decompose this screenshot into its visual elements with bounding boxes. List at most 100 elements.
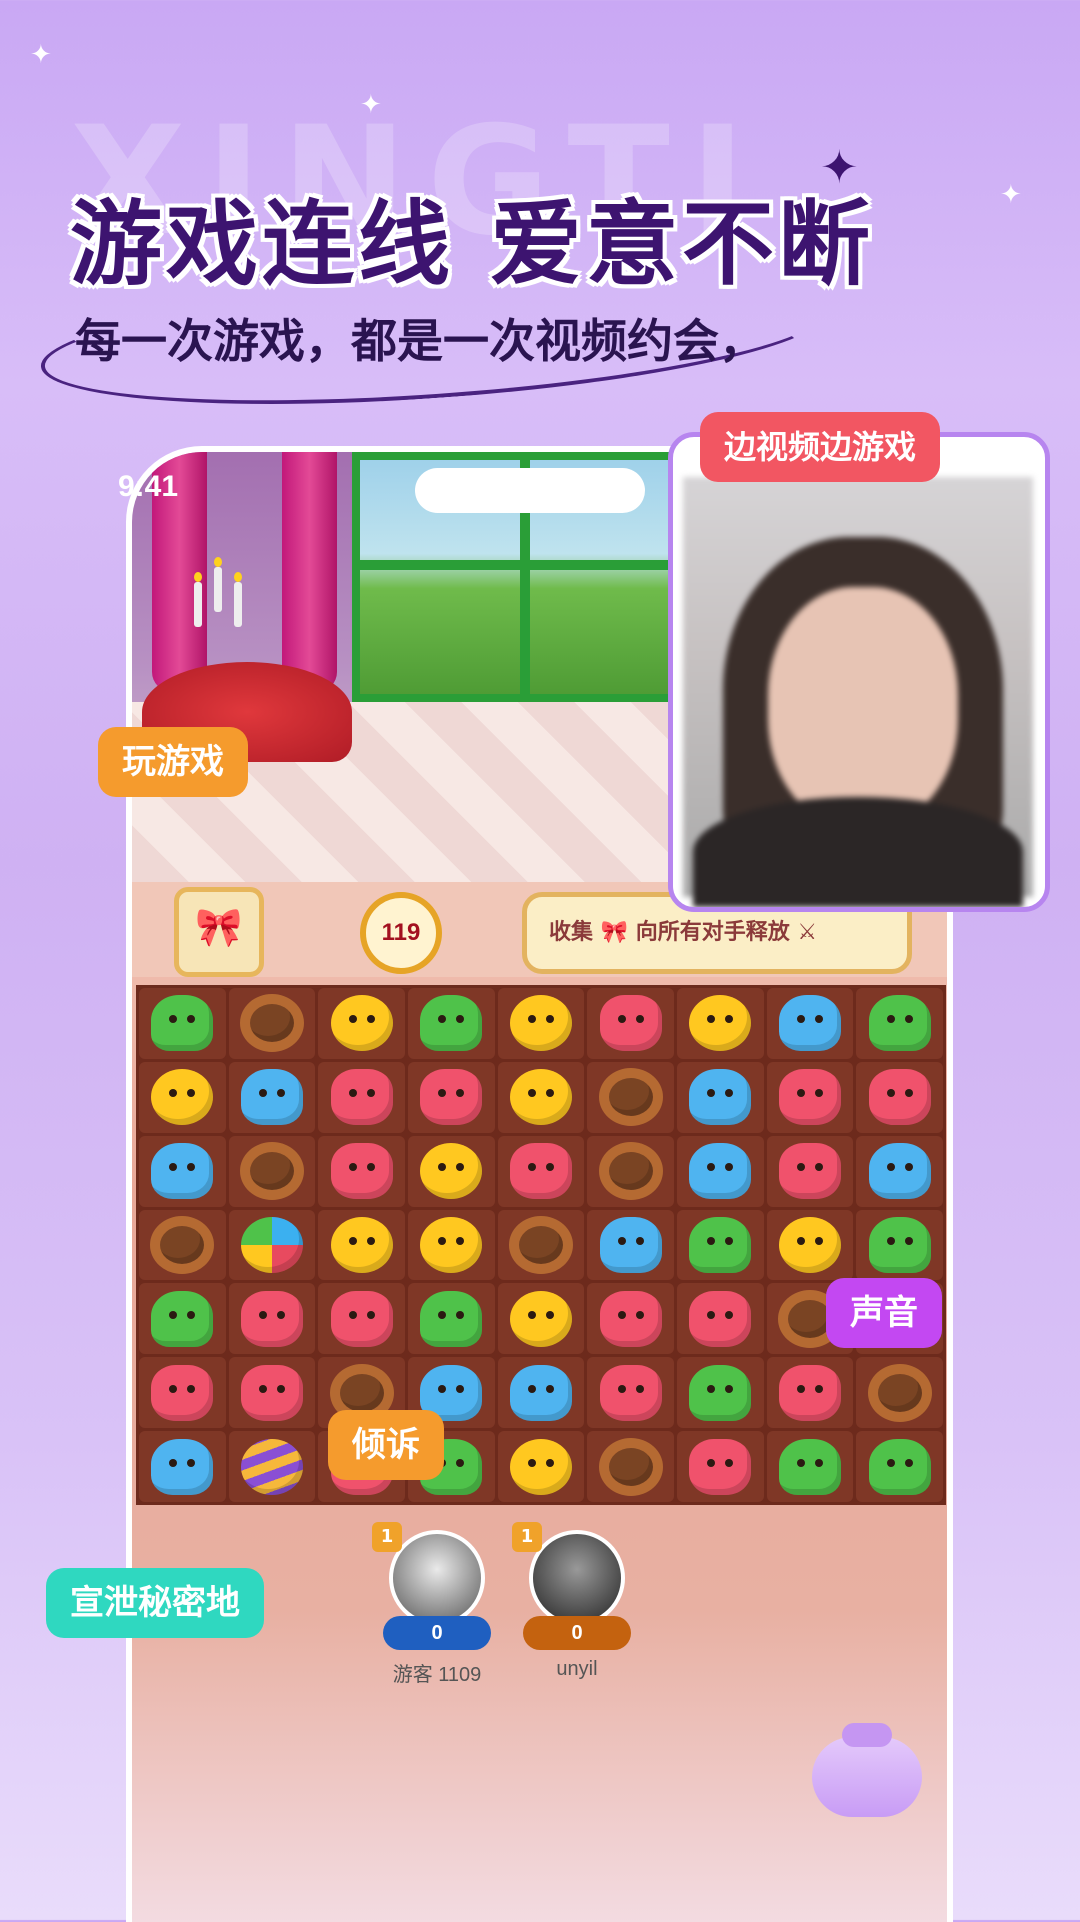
blue-piece-icon [240, 1069, 303, 1126]
board-cell[interactable] [587, 1283, 674, 1355]
board-cell[interactable] [407, 1135, 495, 1207]
board-cell[interactable] [228, 1061, 316, 1133]
board-cell[interactable] [228, 1431, 316, 1502]
board-cell[interactable] [676, 1431, 764, 1502]
board-cell[interactable] [587, 1135, 674, 1207]
board-cell[interactable] [856, 1209, 943, 1281]
tag-video-game: 边视频边游戏 [700, 412, 941, 482]
board-cell[interactable] [676, 988, 764, 1059]
board-cell[interactable] [856, 1431, 943, 1502]
board-cell[interactable] [856, 988, 943, 1059]
board-cell[interactable] [676, 1061, 764, 1133]
board-cell[interactable] [587, 1357, 674, 1429]
match-board[interactable] [136, 985, 946, 1505]
board-cell[interactable] [856, 1061, 943, 1133]
status-time: 9:41 [118, 470, 179, 503]
board-cell[interactable] [856, 1357, 943, 1429]
red-piece-icon [151, 1364, 214, 1421]
board-cell[interactable] [766, 1209, 854, 1281]
board-cell[interactable] [766, 1135, 854, 1207]
green-piece-icon [420, 995, 483, 1052]
board-cell[interactable] [587, 988, 674, 1059]
video-call-window[interactable] [668, 432, 1050, 912]
board-cell[interactable] [766, 1061, 854, 1133]
yellow-piece-icon [151, 1069, 214, 1126]
gamepad-icon[interactable] [812, 1723, 922, 1817]
donut-piece-icon [598, 1437, 663, 1496]
board-cell[interactable] [587, 1061, 674, 1133]
board-cell[interactable] [497, 1061, 585, 1133]
board-cell[interactable] [497, 1135, 585, 1207]
board-cell[interactable] [407, 1209, 495, 1281]
tag-secret-place: 宣泄秘密地 [46, 1568, 264, 1638]
red-piece-icon [240, 1364, 303, 1421]
player-card[interactable]: 1 0 unyil [512, 1522, 642, 1681]
red-piece-icon [689, 1290, 752, 1347]
board-cell[interactable] [139, 1357, 226, 1429]
board-cell[interactable] [228, 1283, 316, 1355]
board-cell[interactable] [676, 1283, 764, 1355]
board-cell[interactable] [497, 1283, 585, 1355]
red-piece-icon [778, 1143, 841, 1200]
board-cell[interactable] [587, 1209, 674, 1281]
board-cell[interactable] [139, 1209, 226, 1281]
blue-piece-icon [689, 1069, 752, 1126]
board-cell[interactable] [497, 1209, 585, 1281]
board-cell[interactable] [228, 1357, 316, 1429]
video-feed [683, 477, 1033, 907]
ribbon-icon: 🎀 [195, 905, 243, 949]
board-cell[interactable] [318, 1209, 405, 1281]
red-piece-icon [599, 1364, 662, 1421]
board-cell[interactable] [856, 1135, 943, 1207]
yellow-piece-icon [509, 995, 572, 1052]
board-cell[interactable] [407, 988, 495, 1059]
board-cell[interactable] [676, 1209, 764, 1281]
donut-piece-icon [598, 1068, 663, 1127]
board-cell[interactable] [766, 1431, 854, 1502]
red-piece-icon [689, 1438, 752, 1495]
player-card[interactable]: 1 0 游客 1109 [372, 1522, 502, 1687]
yellow-piece-icon [330, 1216, 393, 1273]
subline: 每一次游戏，都是一次视频约会， [75, 314, 765, 368]
green-piece-icon [868, 1216, 931, 1273]
board-cell[interactable] [318, 1283, 405, 1355]
board-cell[interactable] [407, 1283, 495, 1355]
donut-piece-icon [239, 994, 304, 1053]
curtain-right [282, 452, 337, 692]
board-cell[interactable] [766, 1357, 854, 1429]
board-cell[interactable] [497, 1431, 585, 1502]
spin-piece-icon [240, 1216, 303, 1273]
board-cell[interactable] [139, 1061, 226, 1133]
red-piece-icon [599, 995, 662, 1052]
board-cell[interactable] [228, 988, 316, 1059]
board-cell[interactable] [139, 1283, 226, 1355]
board-cell[interactable] [139, 1431, 226, 1502]
blue-piece-icon [868, 1143, 931, 1200]
board-cell[interactable] [497, 988, 585, 1059]
blue-piece-icon [509, 1364, 572, 1421]
red-piece-icon [330, 1069, 393, 1126]
red-piece-icon [509, 1143, 572, 1200]
board-cell[interactable] [139, 988, 226, 1059]
donut-piece-icon [867, 1363, 932, 1422]
avatar [529, 1530, 625, 1626]
board-cell[interactable] [228, 1135, 316, 1207]
board-cell[interactable] [139, 1135, 226, 1207]
board-cell[interactable] [766, 988, 854, 1059]
board-cell[interactable] [676, 1357, 764, 1429]
board-cell[interactable] [407, 1061, 495, 1133]
board-cell[interactable] [318, 1135, 405, 1207]
donut-piece-icon [598, 1142, 663, 1201]
board-cell[interactable] [318, 988, 405, 1059]
green-piece-icon [778, 1438, 841, 1495]
board-cell[interactable] [318, 1061, 405, 1133]
red-piece-icon [599, 1290, 662, 1347]
donut-piece-icon [508, 1215, 573, 1274]
tag-play-game: 玩游戏 [98, 727, 248, 797]
green-piece-icon [868, 995, 931, 1052]
board-cell[interactable] [676, 1135, 764, 1207]
board-cell[interactable] [497, 1357, 585, 1429]
board-cell[interactable] [587, 1431, 674, 1502]
board-cell[interactable] [228, 1209, 316, 1281]
red-piece-icon [330, 1143, 393, 1200]
